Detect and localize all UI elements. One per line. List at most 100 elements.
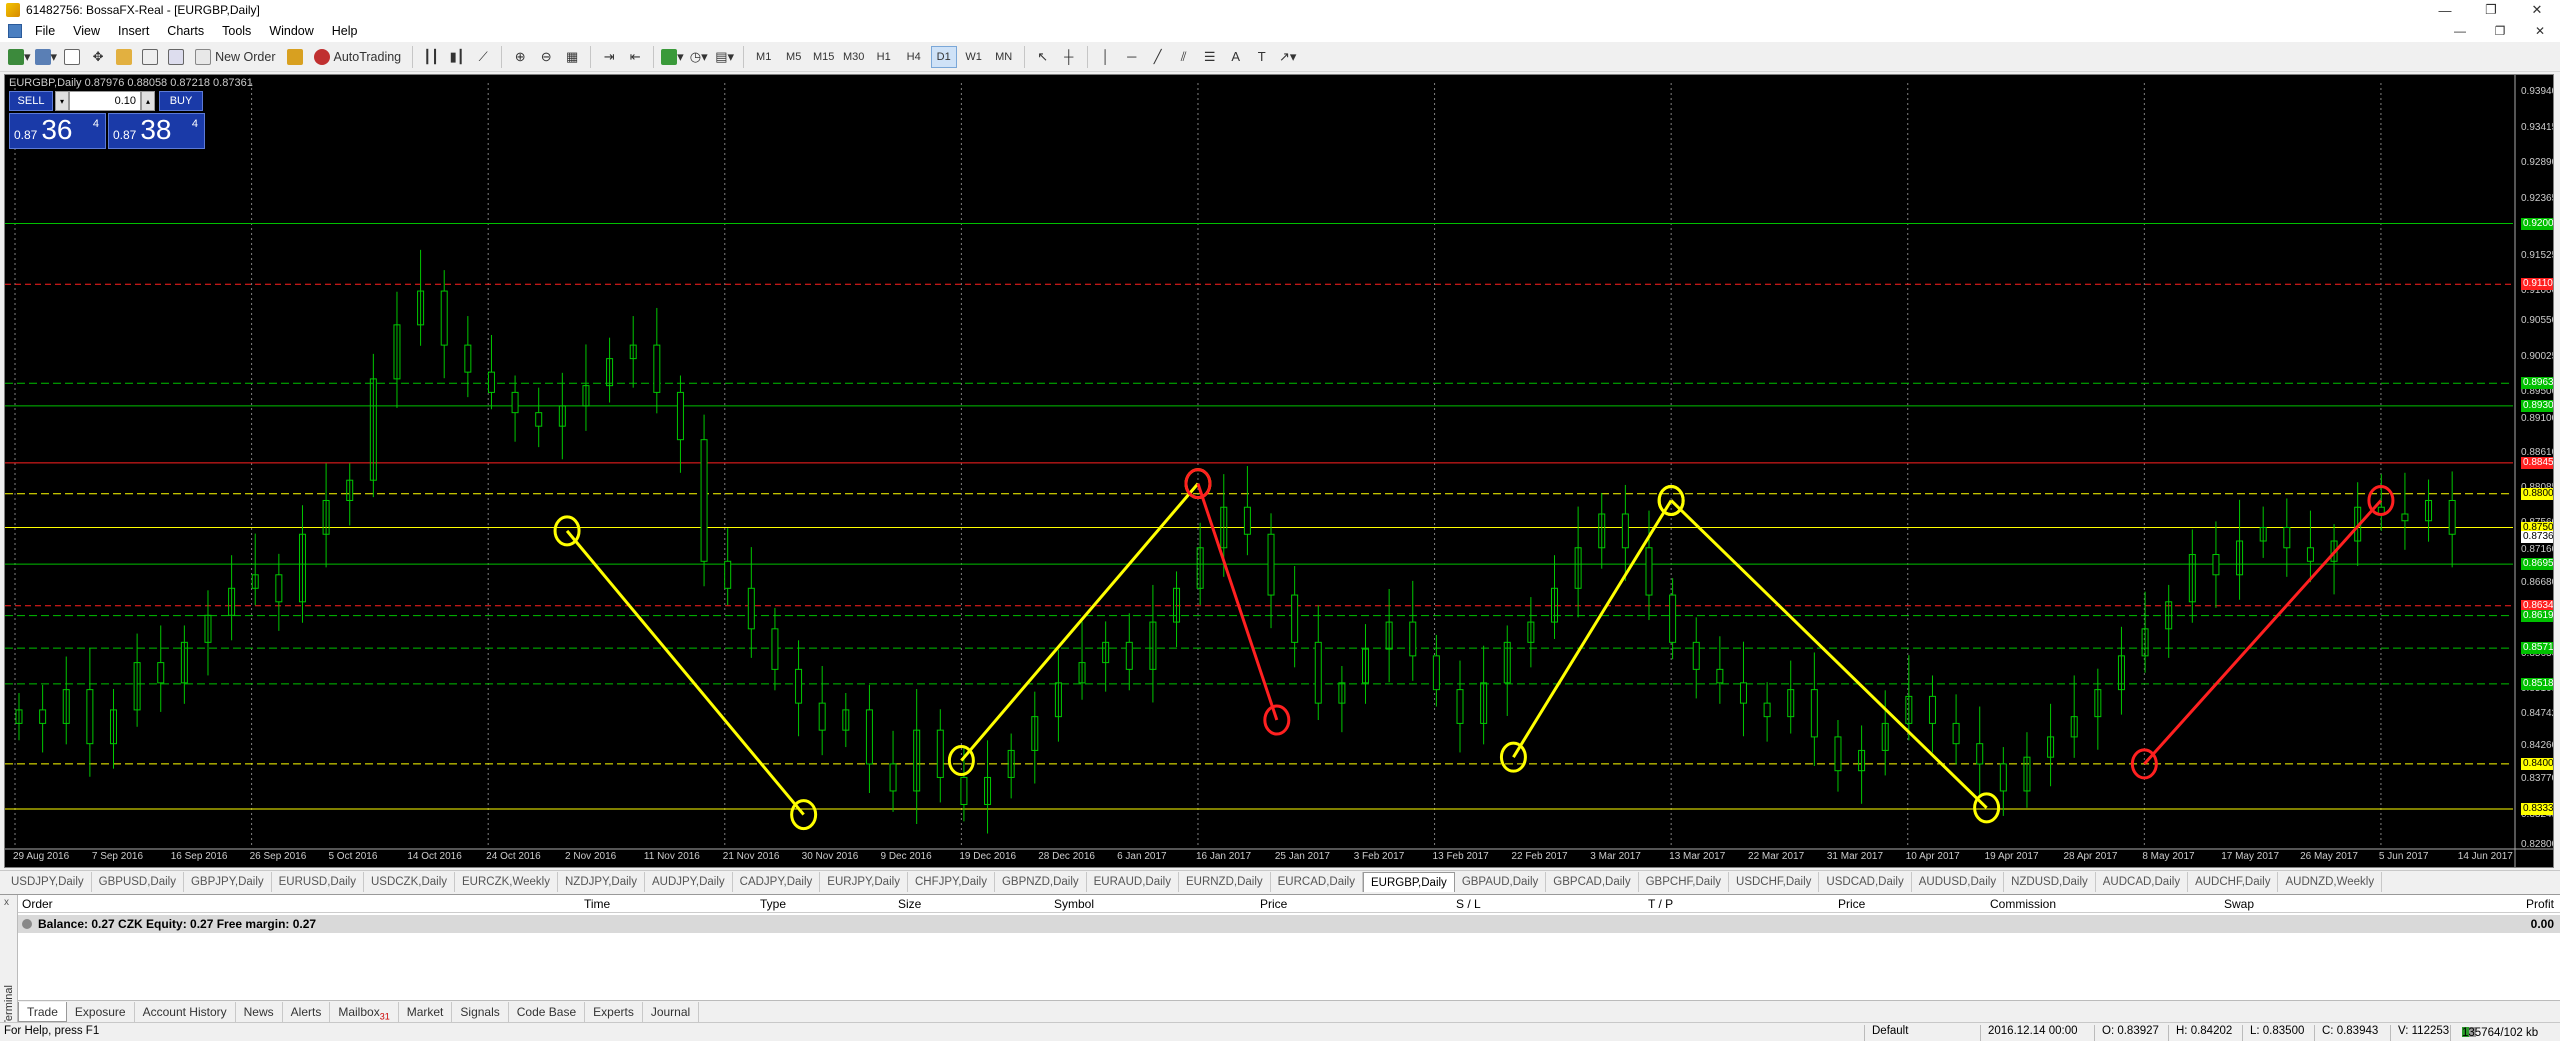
candlestick-icon[interactable]: ▮┃	[446, 46, 468, 68]
tab-exposure[interactable]: Exposure	[67, 1001, 135, 1022]
tab-journal[interactable]: Journal	[643, 1001, 700, 1022]
trendline-icon[interactable]: ╱	[1147, 46, 1169, 68]
lot-up-icon[interactable]: ▴	[141, 91, 155, 111]
vertical-line-icon[interactable]: │	[1095, 46, 1117, 68]
text-icon[interactable]: A	[1225, 46, 1247, 68]
lot-size-field[interactable]: ▾ 0.10 ▴	[55, 91, 155, 111]
chart-window-icon[interactable]	[8, 24, 22, 38]
zoom-in-icon[interactable]: ⊕	[509, 46, 531, 68]
symbol-tab[interactable]: USDCAD,Daily	[1819, 871, 1912, 892]
bar-chart-icon[interactable]: ┃┃	[420, 46, 442, 68]
arrows-icon[interactable]: ↗▾	[1277, 46, 1299, 68]
menu-help[interactable]: Help	[323, 20, 367, 42]
chart-restore-button[interactable]: ❐	[2480, 20, 2520, 42]
col-price[interactable]: Price	[1260, 897, 1287, 911]
menu-file[interactable]: File	[26, 20, 64, 42]
metaeditor-icon[interactable]	[284, 46, 306, 68]
timeframe-m15[interactable]: M15	[811, 46, 837, 68]
timeframe-m30[interactable]: M30	[841, 46, 867, 68]
symbol-tab[interactable]: GBPUSD,Daily	[92, 871, 184, 892]
balance-row[interactable]: Balance: 0.27 CZK Equity: 0.27 Free marg…	[18, 915, 2560, 933]
timeframe-d1[interactable]: D1	[930, 45, 957, 68]
chart-shift-icon[interactable]: ⇤	[624, 46, 646, 68]
horizontal-line-icon[interactable]: ─	[1121, 46, 1143, 68]
menu-insert[interactable]: Insert	[109, 20, 158, 42]
timeframe-mn[interactable]: MN	[991, 46, 1017, 68]
symbol-tab[interactable]: AUDJPY,Daily	[645, 871, 733, 892]
crosshair-nav-icon[interactable]: ✥	[87, 46, 109, 68]
restore-button[interactable]: ❐	[2468, 0, 2514, 20]
menu-tools[interactable]: Tools	[213, 20, 260, 42]
menu-view[interactable]: View	[64, 20, 109, 42]
ask-quote[interactable]: 0.87 38 4	[108, 113, 205, 149]
symbol-tab[interactable]: GBPNZD,Daily	[995, 871, 1087, 892]
symbol-tab[interactable]: EURJPY,Daily	[820, 871, 908, 892]
autotrading-button[interactable]: AutoTrading	[310, 46, 406, 68]
tab-market[interactable]: Market	[399, 1001, 453, 1022]
indicators-icon[interactable]: ▾	[661, 46, 684, 68]
menu-charts[interactable]: Charts	[158, 20, 213, 42]
timeframe-h1[interactable]: H1	[871, 46, 897, 68]
col-sl[interactable]: S / L	[1456, 897, 1481, 911]
periods-icon[interactable]: ◷▾	[688, 46, 710, 68]
symbol-tab[interactable]: CHFJPY,Daily	[908, 871, 995, 892]
symbol-tab[interactable]: USDCZK,Daily	[364, 871, 456, 892]
col-tp[interactable]: T / P	[1648, 897, 1673, 911]
price-chart[interactable]: 0.93940 0.93415 0.92890 0.92365 0.91525 0.910…	[4, 74, 2554, 868]
symbol-tab[interactable]: EURCZK,Weekly	[455, 871, 558, 892]
terminal-icon[interactable]	[139, 46, 161, 68]
cursor-icon[interactable]: ↖	[1032, 46, 1054, 68]
timeframe-m5[interactable]: M5	[781, 46, 807, 68]
close-button[interactable]: ✕	[2514, 0, 2560, 20]
line-chart-icon[interactable]: ⟋	[472, 46, 494, 68]
col-profit[interactable]: Profit	[2526, 897, 2554, 911]
col-order[interactable]: Order	[22, 897, 53, 911]
symbol-tab[interactable]: EURGBP,Daily	[1362, 871, 1455, 892]
symbol-tab[interactable]: EURAUD,Daily	[1087, 871, 1179, 892]
symbol-tab[interactable]: EURCAD,Daily	[1271, 871, 1363, 892]
tile-windows-icon[interactable]: ▦	[561, 46, 583, 68]
zoom-out-icon[interactable]: ⊖	[535, 46, 557, 68]
profiles-icon[interactable]: ▾	[34, 46, 57, 68]
symbol-tab[interactable]: EURUSD,Daily	[272, 871, 364, 892]
col-size[interactable]: Size	[898, 897, 921, 911]
navigator-icon[interactable]	[113, 46, 135, 68]
minimize-button[interactable]: —	[2422, 0, 2468, 20]
tab-trade[interactable]: Trade	[18, 1001, 67, 1022]
symbol-tab[interactable]: USDJPY,Daily	[4, 871, 92, 892]
menu-window[interactable]: Window	[260, 20, 322, 42]
lot-down-icon[interactable]: ▾	[55, 91, 69, 111]
col-symbol[interactable]: Symbol	[1054, 897, 1094, 911]
col-type[interactable]: Type	[760, 897, 786, 911]
tab-mailbox[interactable]: Mailbox31	[330, 1001, 399, 1022]
templates-icon[interactable]: ▤▾	[714, 46, 736, 68]
timeframe-w1[interactable]: W1	[961, 46, 987, 68]
symbol-tab[interactable]: NZDUSD,Daily	[2004, 871, 2096, 892]
symbol-tab[interactable]: AUDCAD,Daily	[2096, 871, 2189, 892]
new-chart-icon[interactable]: ▾	[8, 46, 31, 68]
lot-value[interactable]: 0.10	[69, 91, 141, 111]
buy-button[interactable]: BUY	[159, 91, 203, 111]
tester-icon[interactable]	[165, 46, 187, 68]
bid-quote[interactable]: 0.87 36 4	[9, 113, 106, 149]
symbol-tab[interactable]: GBPCAD,Daily	[1546, 871, 1639, 892]
symbol-tab[interactable]: GBPCHF,Daily	[1639, 871, 1730, 892]
channel-icon[interactable]: ⫽	[1173, 46, 1195, 68]
symbol-tab[interactable]: NZDJPY,Daily	[558, 871, 645, 892]
symbol-tab[interactable]: AUDNZD,Weekly	[2278, 871, 2383, 892]
symbol-tab[interactable]: USDCHF,Daily	[1729, 871, 1820, 892]
symbol-tab[interactable]: GBPAUD,Daily	[1455, 871, 1547, 892]
text-label-icon[interactable]: T	[1251, 46, 1273, 68]
symbol-tab[interactable]: CADJPY,Daily	[733, 871, 821, 892]
timeframe-h4[interactable]: H4	[901, 46, 927, 68]
tab-news[interactable]: News	[236, 1001, 283, 1022]
crosshair-icon[interactable]: ┼	[1058, 46, 1080, 68]
col-swap[interactable]: Swap	[2224, 897, 2254, 911]
tab-alerts[interactable]: Alerts	[283, 1001, 331, 1022]
tab-experts[interactable]: Experts	[585, 1001, 643, 1022]
col-time[interactable]: Time	[584, 897, 610, 911]
terminal-close-icon[interactable]: x	[4, 897, 9, 908]
timeframe-m1[interactable]: M1	[751, 46, 777, 68]
chart-minimize-button[interactable]: —	[2440, 20, 2480, 42]
symbol-tab[interactable]: AUDCHF,Daily	[2188, 871, 2279, 892]
